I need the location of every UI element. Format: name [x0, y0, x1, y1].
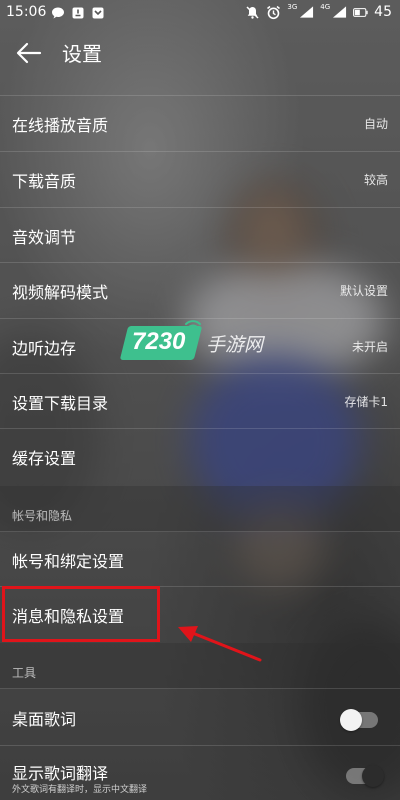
setting-sublabel: 外文歌词有翻译时，显示中文翻译: [12, 785, 148, 795]
mute-bell-icon: [245, 5, 260, 20]
watermark-text: 手游网: [206, 334, 264, 356]
alarm-clock-icon: [266, 5, 281, 20]
watermark-logo: 7230 手游网: [119, 318, 270, 366]
section-header-tools: 工具: [12, 666, 37, 680]
status-time: 15:06: [6, 4, 47, 20]
top-bar: 设置: [0, 26, 400, 80]
toggle-knob: [362, 765, 384, 787]
setting-label: 视频解码模式: [12, 283, 109, 302]
setting-label: 在线播放音质: [12, 116, 109, 135]
setting-download-directory[interactable]: 设置下载目录 存储卡1: [0, 374, 400, 430]
highlight-box: [2, 586, 160, 642]
setting-label: 下载音质: [12, 172, 77, 191]
setting-value: 自动: [363, 117, 388, 131]
setting-label: 桌面歌词: [12, 710, 77, 729]
network-type-1: 3G: [287, 2, 298, 11]
app-notification-icon: [70, 5, 85, 20]
pointer-arrow-icon: [178, 626, 262, 662]
setting-video-decode[interactable]: 视频解码模式 默认设置: [0, 263, 400, 319]
settings-screen: 15:06 3G 4G 45 设置 在线播放音质 自动 下载音质 较高 音效调节…: [0, 0, 400, 800]
divider: [0, 688, 400, 689]
setting-sound-effect[interactable]: 音效调节: [0, 208, 400, 264]
divider: [0, 745, 400, 746]
page-title: 设置: [62, 42, 102, 66]
setting-label: 音效调节: [12, 228, 77, 247]
back-arrow-icon: [16, 42, 42, 64]
notification-icons: [50, 5, 105, 20]
setting-value: 默认设置: [339, 284, 388, 298]
status-bar: 15:06 3G 4G 45: [0, 0, 400, 26]
toggle-knob: [340, 709, 362, 731]
setting-download-quality[interactable]: 下载音质 较高: [0, 152, 400, 208]
lyrics-translation-toggle[interactable]: [346, 765, 384, 787]
setting-label: 显示歌词翻译: [12, 764, 109, 783]
setting-label: 帐号和绑定设置: [12, 552, 125, 571]
back-button[interactable]: [14, 39, 44, 67]
chat-bubble-icon: [50, 5, 65, 20]
download-notification-icon: [90, 5, 105, 20]
section-header-account: 帐号和隐私: [12, 509, 73, 523]
setting-value: 存储卡1: [344, 395, 388, 409]
setting-lyrics-translation[interactable]: 显示歌词翻译 外文歌词有翻译时，显示中文翻译: [0, 748, 400, 800]
battery-percent: 45: [374, 4, 392, 20]
setting-value: 未开启: [351, 340, 388, 354]
setting-label: 边听边存: [12, 339, 77, 358]
network-type-2: 4G: [320, 2, 331, 11]
system-status-icons: 3G 4G 45: [245, 2, 392, 20]
setting-label: 设置下载目录: [12, 394, 109, 413]
setting-label: 缓存设置: [12, 449, 77, 468]
signal-strength-icon-2: [332, 5, 347, 20]
wifi-icon: [185, 320, 201, 332]
watermark-number: 7230: [132, 328, 186, 355]
setting-cache[interactable]: 缓存设置: [0, 429, 400, 485]
setting-online-quality[interactable]: 在线播放音质 自动: [0, 96, 400, 152]
desktop-lyrics-toggle[interactable]: [340, 709, 378, 731]
setting-value: 较高: [363, 173, 388, 187]
setting-account-binding[interactable]: 帐号和绑定设置: [0, 532, 400, 588]
signal-strength-icon-1: [299, 5, 314, 20]
battery-icon: [353, 5, 368, 20]
